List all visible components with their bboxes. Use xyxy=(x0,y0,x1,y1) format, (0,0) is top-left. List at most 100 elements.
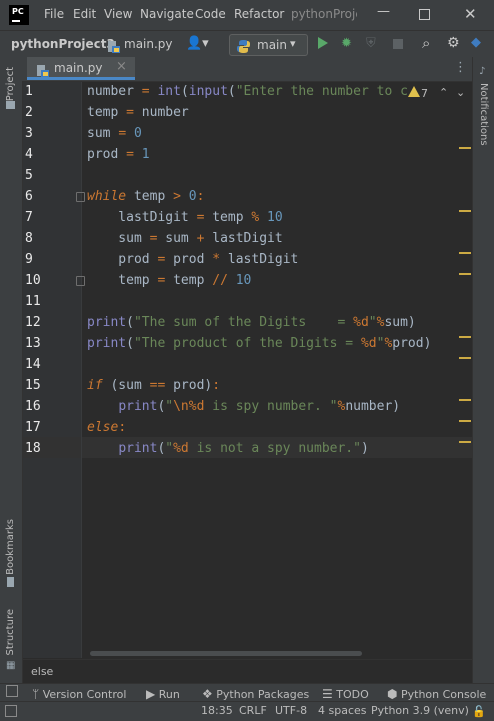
warning-stripe[interactable] xyxy=(459,252,471,254)
more-options-icon[interactable]: ⋮ xyxy=(454,60,467,75)
warning-stripe[interactable] xyxy=(459,357,471,359)
warning-stripe[interactable] xyxy=(459,273,471,275)
menu-navigate[interactable]: Navigate xyxy=(140,7,194,21)
jetbrains-ai-icon[interactable]: ◆ xyxy=(471,35,481,50)
structure-tool-label: Structure xyxy=(5,609,16,656)
gutter-divider xyxy=(81,82,82,658)
minimize-icon[interactable]: — xyxy=(377,4,390,19)
code-line[interactable]: else: xyxy=(87,420,126,435)
warning-stripe[interactable] xyxy=(459,147,471,149)
packages-icon: ❖ xyxy=(202,687,213,701)
code-line[interactable]: while temp > 0: xyxy=(87,189,204,204)
tool-run[interactable]: ▶ Run xyxy=(146,687,180,701)
code-line[interactable]: print("%d is not a spy number.") xyxy=(87,441,368,456)
python-file-icon xyxy=(108,38,120,53)
line-number: 15 xyxy=(25,378,41,393)
tool-python-packages[interactable]: ❖ Python Packages xyxy=(202,687,309,701)
run-icon[interactable] xyxy=(318,37,328,49)
code-line[interactable]: temp = number xyxy=(87,105,189,120)
code-line[interactable]: if (sum == prod): xyxy=(87,378,220,393)
close-tab-icon[interactable]: × xyxy=(116,59,127,74)
tool-todo[interactable]: ☰ TODO xyxy=(322,687,369,701)
code-line[interactable]: print("\n%d is spy number. "%number) xyxy=(87,399,400,414)
coverage-icon[interactable]: ⛨ xyxy=(366,36,376,51)
code-editor[interactable] xyxy=(81,82,472,658)
code-line[interactable]: prod = prod * lastDigit xyxy=(87,252,298,267)
right-tool-strip: ♪ Notifications xyxy=(472,57,494,683)
run-config-select[interactable]: main ▾ xyxy=(229,34,308,56)
fold-marker-icon[interactable] xyxy=(76,192,85,202)
project-tool-button[interactable]: Project xyxy=(5,67,16,101)
caret-position[interactable]: 18:35 xyxy=(201,704,233,717)
close-icon[interactable]: ✕ xyxy=(464,5,477,23)
warning-icon[interactable] xyxy=(408,86,420,97)
menu-view[interactable]: View xyxy=(104,7,132,21)
tool-label: Python Console xyxy=(400,688,487,701)
notifications-tool-button[interactable]: Notifications xyxy=(478,83,489,146)
breadcrumb-file[interactable]: main.py xyxy=(124,37,173,51)
navigation-bar: pythonProject3 › main.py 👤▾ main ▾ ✹ ⛨ ⌕… xyxy=(0,30,494,59)
menu-code[interactable]: Code xyxy=(195,7,226,21)
maximize-icon[interactable] xyxy=(419,9,430,20)
bell-icon[interactable]: ♪ xyxy=(479,66,485,77)
warning-count[interactable]: 7 xyxy=(421,87,428,100)
status-widget-icon[interactable] xyxy=(5,705,17,717)
python-file-icon xyxy=(37,62,49,81)
line-number: 4 xyxy=(25,147,33,162)
horizontal-scrollbar[interactable] xyxy=(90,651,362,656)
toggle-tool-windows-icon[interactable] xyxy=(6,685,18,697)
project-tool-label: Project xyxy=(5,67,16,102)
code-line[interactable]: temp = temp // 10 xyxy=(87,273,251,288)
bookmarks-tool-label: Bookmarks xyxy=(5,519,16,575)
menu-refactor[interactable]: Refactor xyxy=(234,7,284,21)
warning-stripe[interactable] xyxy=(459,441,471,443)
warning-stripe[interactable] xyxy=(459,210,471,212)
code-line[interactable]: print("The sum of the Digits = %d"%sum) xyxy=(87,315,416,330)
gear-icon[interactable]: ⚙ xyxy=(447,35,460,51)
line-number: 3 xyxy=(25,126,33,141)
line-separator[interactable]: CRLF xyxy=(239,704,267,717)
lock-icon[interactable]: 🔓 xyxy=(472,705,486,718)
play-icon: ▶ xyxy=(146,687,156,701)
structure-tool-button[interactable]: Structure xyxy=(5,609,16,656)
warning-stripe[interactable] xyxy=(459,420,471,422)
line-number: 2 xyxy=(25,105,33,120)
line-number: 17 xyxy=(25,420,41,435)
code-breadcrumb[interactable]: else xyxy=(31,665,53,678)
indent-setting[interactable]: 4 spaces xyxy=(318,704,367,717)
menu-file[interactable]: File xyxy=(44,7,64,21)
tab-main-py[interactable]: main.py × xyxy=(27,57,135,80)
line-number: 11 xyxy=(25,294,41,309)
list-icon: ☰ xyxy=(322,687,333,701)
warning-stripe[interactable] xyxy=(459,336,471,338)
chevron-up-icon[interactable]: ⌃ xyxy=(439,86,448,99)
code-line[interactable]: lastDigit = temp % 10 xyxy=(87,210,282,225)
code-line[interactable]: prod = 1 xyxy=(87,147,150,162)
code-line[interactable]: number = int(input("Enter the number to … xyxy=(87,84,408,99)
user-account-icon[interactable]: 👤▾ xyxy=(186,36,209,51)
code-line[interactable]: sum = 0 xyxy=(87,126,142,141)
line-number: 1 xyxy=(25,84,33,99)
branch-icon: ᛘ xyxy=(32,687,40,701)
editor-tab-bar: main.py × ⋮ xyxy=(22,57,472,82)
tool-python-console[interactable]: ⬢ Python Console xyxy=(387,687,486,701)
python-interpreter[interactable]: Python 3.9 (venv) xyxy=(371,704,469,717)
search-icon[interactable]: ⌕ xyxy=(422,34,430,52)
tool-version-control[interactable]: ᛘ Version Control xyxy=(32,687,126,701)
warning-stripe[interactable] xyxy=(459,399,471,401)
code-line[interactable]: print("The product of the Digits = %d"%p… xyxy=(87,336,431,351)
line-number: 8 xyxy=(25,231,33,246)
code-line[interactable]: sum = sum + lastDigit xyxy=(87,231,282,246)
python-icon: ⬢ xyxy=(387,687,398,701)
tool-label: Version Control xyxy=(42,688,127,701)
pycharm-logo-icon: PC xyxy=(9,5,29,25)
tool-label: Run xyxy=(158,688,180,701)
bookmarks-tool-button[interactable]: Bookmarks xyxy=(5,519,16,575)
fold-marker-icon[interactable] xyxy=(76,276,85,286)
line-number: 6 xyxy=(25,189,33,204)
chevron-down-icon[interactable]: ⌄ xyxy=(456,86,465,99)
debug-icon[interactable]: ✹ xyxy=(341,36,352,51)
file-encoding[interactable]: UTF-8 xyxy=(275,704,307,717)
menu-edit[interactable]: Edit xyxy=(73,7,96,21)
stop-icon[interactable] xyxy=(393,39,403,49)
